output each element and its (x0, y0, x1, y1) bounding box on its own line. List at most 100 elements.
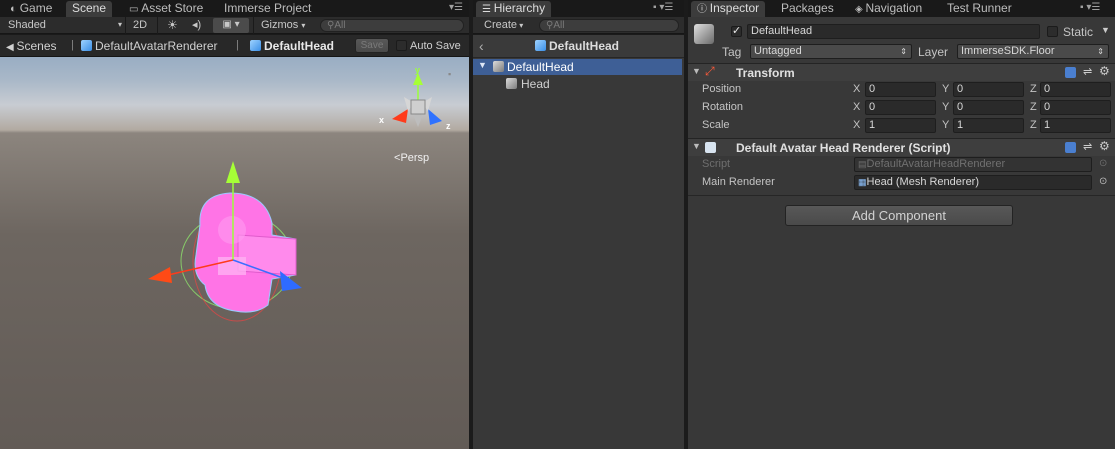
object-name-field[interactable]: DefaultHead (747, 24, 1040, 39)
position-z-field[interactable]: 0 (1040, 82, 1111, 97)
static-dropdown-icon[interactable]: ▼ (1101, 25, 1110, 35)
tab-immerse-project[interactable]: Immerse Project (218, 1, 317, 17)
scale-x-field[interactable]: 1 (865, 118, 936, 133)
rotation-z-label[interactable]: Z (1030, 101, 1037, 113)
divider (125, 17, 126, 34)
panel-menu-icon[interactable]: ▾☰ (449, 2, 463, 13)
effects-icon[interactable]: ▣ ▾ (213, 18, 249, 33)
shading-dropdown[interactable]: Shaded ▾ (8, 17, 122, 34)
tab-inspector-label: Inspector (709, 1, 760, 15)
info-icon: ⓘ (697, 4, 710, 15)
lighting-icon[interactable]: ☀ (167, 17, 178, 34)
divider (253, 17, 254, 34)
prefab-icon (81, 40, 92, 51)
breadcrumb-current-label: DefaultHead (264, 39, 335, 53)
breadcrumb-separator: | (236, 39, 239, 51)
inspector-menu-icon[interactable]: ▪ ▾☰ (1080, 2, 1100, 13)
object-picker-icon[interactable]: ⊙ (1099, 176, 1107, 187)
rotation-x-label[interactable]: X (853, 101, 860, 113)
tab-packages[interactable]: Packages (775, 1, 840, 17)
hierarchy-header-label: DefaultHead (549, 39, 620, 53)
persp-label[interactable]: <Persp (394, 152, 429, 164)
help-icon[interactable] (1065, 67, 1076, 78)
chevron-down-icon: ▾ (117, 20, 122, 29)
gear-icon[interactable]: ⚙ (1099, 139, 1110, 153)
hierarchy-search-input[interactable]: ⚲All (539, 19, 679, 32)
axis-y-label: y (415, 65, 421, 75)
tag-value: Untagged (754, 45, 802, 57)
mode-2d-button[interactable]: 2D (133, 17, 147, 34)
tab-navigation[interactable]: ◈ Navigation (849, 1, 928, 17)
check-icon: ✓ (732, 25, 742, 37)
position-x-label[interactable]: X (853, 83, 860, 95)
rotation-z-field[interactable]: 0 (1040, 100, 1111, 115)
chevron-down-icon: ▾ (517, 21, 524, 30)
breadcrumb-separator: | (71, 39, 74, 51)
inspector-tab-strip: ⓘ Inspector Packages ◈ Navigation Test R… (688, 0, 1115, 17)
hierarchy-menu-icon[interactable]: ▪ ▾☰ (653, 2, 673, 13)
list-item-defaulthead[interactable]: ▼ DefaultHead (473, 59, 682, 75)
position-x-field[interactable]: 0 (865, 82, 936, 97)
scale-z-label[interactable]: Z (1030, 119, 1037, 131)
static-checkbox[interactable] (1047, 26, 1058, 37)
preset-icon[interactable]: ⇌ (1083, 65, 1092, 78)
object-picker-icon: ⊙ (1099, 158, 1108, 169)
scale-y-label[interactable]: Y (942, 119, 949, 131)
rotation-y-field[interactable]: 0 (953, 100, 1024, 115)
audio-icon[interactable]: ◂) (192, 17, 201, 34)
scale-y-field[interactable]: 1 (953, 118, 1024, 133)
search-placeholder: All (553, 20, 565, 31)
tag-label: Tag (722, 45, 742, 59)
tab-scene[interactable]: Scene (66, 1, 113, 17)
create-dropdown[interactable]: Create ▾ (484, 17, 523, 34)
transform-header[interactable]: ▼ ⤢ Transform ⇌ ⚙ (688, 63, 1115, 81)
gear-icon[interactable]: ⚙ (1099, 64, 1110, 78)
axis-z-label: z (446, 121, 451, 131)
expand-arrow-icon[interactable]: ▼ (478, 60, 487, 70)
back-arrow-icon[interactable]: ‹ (479, 38, 484, 54)
position-y-label[interactable]: Y (942, 83, 949, 95)
position-z-label[interactable]: Z (1030, 83, 1037, 95)
auto-save-label: Auto Save (410, 40, 461, 52)
scene-search-input[interactable]: ⚲All (320, 19, 464, 32)
lock-icon[interactable]: ▪ (448, 69, 451, 79)
tab-hierarchy[interactable]: ☰ Hierarchy (476, 1, 552, 17)
tab-game[interactable]: ◐ Game (4, 1, 58, 17)
gizmos-dropdown[interactable]: Gizmos ▾ (261, 17, 305, 34)
auto-save-checkbox[interactable] (396, 40, 407, 51)
rotation-y-label[interactable]: Y (942, 101, 949, 113)
create-label: Create (484, 19, 518, 31)
position-y-field[interactable]: 0 (953, 82, 1024, 97)
main-renderer-field[interactable]: ▦Head (Mesh Renderer) (854, 175, 1092, 190)
scenes-button[interactable]: ◀ Scenes (6, 39, 57, 53)
foldout-arrow-icon[interactable]: ▼ (692, 66, 701, 76)
breadcrumb-current[interactable]: DefaultHead (250, 39, 334, 53)
gizmos-label: Gizmos (261, 19, 299, 31)
help-icon[interactable] (1065, 142, 1076, 153)
add-component-button[interactable]: Add Component (785, 205, 1013, 226)
save-button[interactable]: Save (355, 38, 389, 53)
gameobject-icon (506, 78, 517, 89)
tab-asset-store[interactable]: ▭ Asset Store (123, 1, 209, 17)
head-model[interactable] (0, 35, 469, 449)
scale-z-field[interactable]: 1 (1040, 118, 1111, 133)
script-file-icon: ▤ (858, 159, 867, 169)
script-component-header[interactable]: ▼ Default Avatar Head Renderer (Script) … (688, 138, 1115, 156)
foldout-arrow-icon[interactable]: ▼ (692, 141, 701, 151)
scale-x-label[interactable]: X (853, 119, 860, 131)
navigation-icon: ◈ (855, 4, 866, 15)
tab-test-runner[interactable]: Test Runner (941, 1, 1018, 17)
tab-packages-label: Packages (781, 1, 834, 15)
rotation-x-field[interactable]: 0 (865, 100, 936, 115)
preset-icon[interactable]: ⇌ (1083, 140, 1092, 153)
scene-viewport[interactable]: y x z ▪ <Persp (0, 35, 469, 449)
list-item-label: Head (521, 77, 550, 91)
list-item-head[interactable]: Head (473, 76, 682, 92)
tab-inspector[interactable]: ⓘ Inspector (691, 1, 766, 17)
script-value: DefaultAvatarHeadRenderer (866, 158, 1006, 170)
hierarchy-toolbar: Create ▾ ⚲All (473, 17, 684, 34)
scene-toolbar: Shaded ▾ 2D ☀ ◂) ▣ ▾ Gizmos ▾ ⚲All (0, 17, 469, 34)
layer-dropdown[interactable]: ImmerseSDK.Floor ⇕ (957, 44, 1109, 59)
tag-dropdown[interactable]: Untagged ⇕ (750, 44, 912, 59)
breadcrumb-renderer[interactable]: DefaultAvatarRenderer (81, 39, 218, 53)
